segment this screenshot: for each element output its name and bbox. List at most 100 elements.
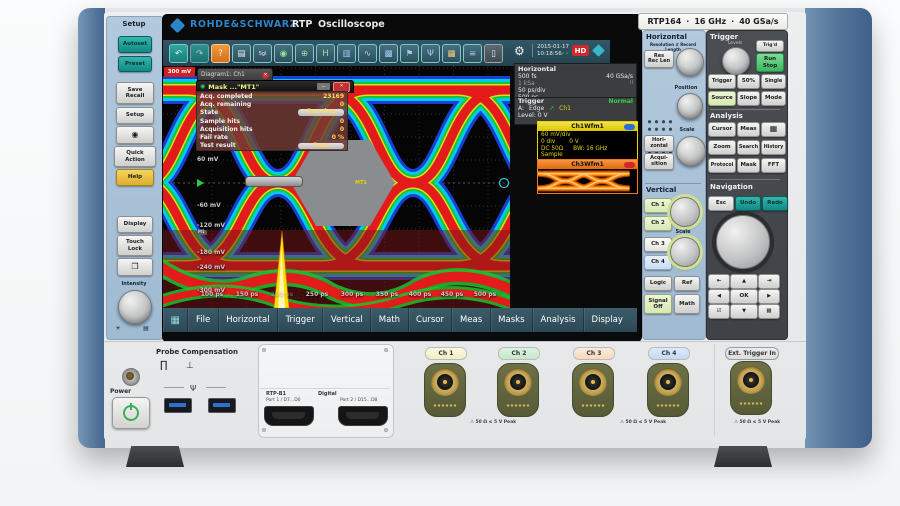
- close-icon[interactable]: ✕: [262, 72, 269, 79]
- ch1-signal-box[interactable]: Ch1Wfm1 60 mV/div 0 div0 V DC 50ΩBW: 16 …: [537, 121, 638, 160]
- left-key-icon[interactable]: ◀: [708, 289, 730, 304]
- undo-button[interactable]: Undo: [735, 196, 761, 211]
- zoom-button[interactable]: Zoom: [708, 140, 736, 155]
- end-key-icon[interactable]: ⇥: [758, 274, 780, 289]
- zoom-icon[interactable]: ⊕: [295, 44, 314, 63]
- channel1-button[interactable]: Ch 1: [644, 198, 672, 213]
- esc-button[interactable]: Esc: [708, 196, 734, 211]
- square-wave-icon: ∏: [160, 360, 168, 371]
- channel3-button[interactable]: Ch 3: [644, 237, 672, 252]
- navigation-knob[interactable]: [716, 215, 770, 269]
- checkbox-key-icon[interactable]: ☑: [708, 304, 730, 319]
- clipboard-icon[interactable]: ▯: [484, 44, 503, 63]
- mask-row-label: Acq. completed: [200, 93, 252, 100]
- mask-row-value: 0 %: [332, 134, 344, 141]
- single-acquisition-icon[interactable]: Sgl: [253, 44, 272, 63]
- menu-key-icon[interactable]: ▦: [758, 304, 780, 319]
- menu-item-meas[interactable]: Meas: [451, 308, 489, 332]
- horizontal-scale-knob[interactable]: [676, 136, 706, 166]
- intensity-knob[interactable]: [118, 290, 152, 324]
- cursor-button[interactable]: Cursor: [708, 122, 736, 137]
- meas-button[interactable]: Meas: [737, 122, 760, 137]
- close-icon[interactable]: [624, 162, 635, 168]
- signal-off-button[interactable]: Signal Off: [644, 294, 672, 314]
- vertical-position-knob[interactable]: [670, 197, 700, 227]
- touch-lock-button[interactable]: Touch Lock: [117, 235, 153, 256]
- minimize-icon[interactable]: [624, 124, 635, 130]
- logic-button[interactable]: Logic: [644, 276, 672, 291]
- trigger-level-knob[interactable]: [722, 47, 750, 75]
- screenshot-icon[interactable]: ◉: [274, 44, 293, 63]
- home-key-icon[interactable]: ⇤: [708, 274, 730, 289]
- mask-position-slider[interactable]: [245, 176, 303, 187]
- horizontal-button[interactable]: Hori- zontal: [644, 135, 674, 152]
- autoset-button[interactable]: Autoset: [118, 36, 152, 53]
- horizontal-position-knob[interactable]: [677, 93, 703, 119]
- bus-icon[interactable]: ▦: [442, 44, 461, 63]
- up-key-icon[interactable]: ▲: [730, 274, 758, 289]
- slope-button[interactable]: Slope: [737, 91, 760, 106]
- res-reclen-button[interactable]: Res Rec Len: [644, 50, 674, 68]
- acquisition-button[interactable]: Acqui- sition: [644, 153, 674, 170]
- record-length-knob[interactable]: [676, 48, 704, 76]
- fifty-percent-button[interactable]: 50%: [737, 74, 760, 89]
- single-button[interactable]: Single: [761, 74, 786, 89]
- power-button[interactable]: [112, 397, 150, 429]
- close-icon[interactable]: ✕: [333, 82, 350, 92]
- menu-item-file[interactable]: File: [187, 308, 217, 332]
- menu-item-masks[interactable]: Masks: [490, 308, 532, 332]
- search-button[interactable]: Search: [737, 140, 760, 155]
- minimize-icon[interactable]: —: [317, 83, 330, 90]
- math-button[interactable]: Math: [674, 294, 700, 314]
- display-button[interactable]: Display: [117, 216, 153, 233]
- source-button[interactable]: Source: [708, 91, 736, 106]
- channel4-button[interactable]: Ch 4: [644, 255, 672, 270]
- menu-item-math[interactable]: Math: [370, 308, 407, 332]
- histogram-icon[interactable]: ▥: [337, 44, 356, 63]
- display-icon[interactable]: ▩: [379, 44, 398, 63]
- camera-icon[interactable]: ◉: [116, 126, 154, 144]
- apps-grid-icon[interactable]: ▦: [163, 308, 187, 332]
- mask-button[interactable]: Mask: [737, 158, 760, 173]
- horizontal-signal-box[interactable]: Horizontal 500 fs40 GSa/s 1 kSaII 50 ps/…: [514, 63, 637, 99]
- search-icon[interactable]: H: [316, 44, 335, 63]
- ok-key[interactable]: OK: [730, 289, 758, 304]
- apps-grid-button[interactable]: ▦: [761, 122, 786, 137]
- setup-button[interactable]: Setup: [116, 107, 154, 124]
- help-button[interactable]: Help: [116, 169, 154, 186]
- quick-action-button[interactable]: Quick Action: [114, 146, 156, 167]
- mode-button[interactable]: Mode: [761, 91, 786, 106]
- power-label: Power: [110, 388, 131, 395]
- down-key-icon[interactable]: ▼: [730, 304, 758, 319]
- menu-item-cursor[interactable]: Cursor: [408, 308, 452, 332]
- run-stop-button[interactable]: Run Stop: [756, 53, 784, 72]
- redo-button[interactable]: Redo: [762, 196, 788, 211]
- undo-icon[interactable]: ↶: [169, 44, 188, 63]
- waveform-icon[interactable]: ∿: [358, 44, 377, 63]
- history-button[interactable]: History: [761, 140, 786, 155]
- open-file-icon[interactable]: ▤: [232, 44, 251, 63]
- fft-button[interactable]: FFT: [761, 158, 786, 173]
- ch3-signal-box[interactable]: Ch3Wfm1: [537, 159, 638, 194]
- preset-button[interactable]: Preset: [118, 56, 152, 72]
- right-key-icon[interactable]: ▶: [758, 289, 780, 304]
- menu-item-vertical[interactable]: Vertical: [322, 308, 370, 332]
- protocol-button[interactable]: Protocol: [708, 158, 736, 173]
- trigger-button[interactable]: Trigger: [708, 74, 736, 89]
- annotation-icon[interactable]: ⚑: [400, 44, 419, 63]
- menu-item-analysis[interactable]: Analysis: [532, 308, 583, 332]
- settings-gear-icon[interactable]: ⚙: [514, 44, 525, 58]
- demod-icon[interactable]: Ψ: [421, 44, 440, 63]
- trigger-level-marker[interactable]: [197, 179, 204, 187]
- menu-item-trigger[interactable]: Trigger: [277, 308, 322, 332]
- vertical-scale-knob[interactable]: [670, 237, 700, 267]
- cascade-windows-icon[interactable]: ❐: [117, 258, 153, 276]
- vertical-section-label: Vertical: [646, 186, 676, 194]
- menu-item-display[interactable]: Display: [583, 308, 630, 332]
- ref-button[interactable]: Ref: [674, 276, 700, 291]
- save-recall-button[interactable]: Save Recall: [116, 82, 154, 104]
- redo-icon[interactable]: ↷: [190, 44, 209, 63]
- help-icon[interactable]: ?: [211, 44, 230, 63]
- menu-item-horizontal[interactable]: Horizontal: [218, 308, 277, 332]
- print-icon[interactable]: ≡: [463, 44, 482, 63]
